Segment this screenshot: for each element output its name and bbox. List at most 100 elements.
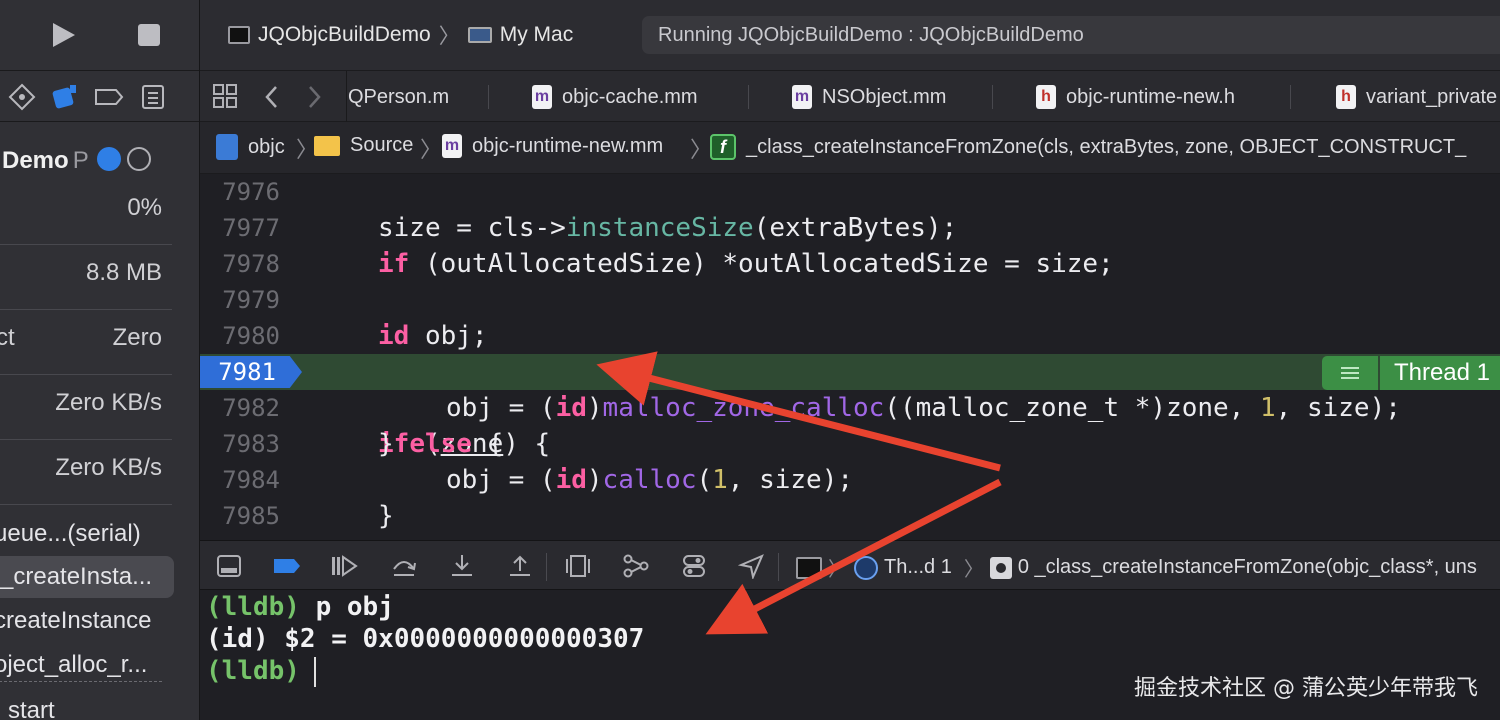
gauge-value: 8.8 MB <box>85 259 162 286</box>
m-file-icon: m <box>442 134 462 158</box>
breadcrumb-folder[interactable]: Source <box>314 134 413 157</box>
source-control-icon[interactable] <box>8 83 38 111</box>
process-suffix: P <box>72 147 89 174</box>
code-line: 7979 <box>200 282 1500 318</box>
line-number: 7980 <box>222 322 280 350</box>
frame-label: 0 _class_createInstanceFromZone(objc_cla… <box>1017 556 1477 578</box>
line-number: 7982 <box>222 394 280 422</box>
chevron-right-icon: 〉 <box>438 25 460 48</box>
jump-bar: objc 〉 Source 〉 m objc-runtime-new.mm 〉 f… <box>200 122 1500 174</box>
memory-graph-icon[interactable] <box>622 553 650 579</box>
thread-menu-icon <box>1321 356 1378 390</box>
line-number: 7984 <box>222 466 280 494</box>
line-number: 7977 <box>222 214 280 242</box>
console-command: p obj <box>299 592 394 622</box>
process-icon <box>796 556 822 579</box>
function-icon: f <box>710 134 736 160</box>
tab-label: NSObject.mm <box>822 85 947 108</box>
breakpoint-navigator-icon[interactable] <box>94 83 124 111</box>
line-number: 7985 <box>222 502 280 530</box>
play-icon <box>53 23 75 47</box>
step-into-icon[interactable] <box>448 553 476 579</box>
breadcrumb-project[interactable]: objc <box>216 134 285 160</box>
chevron-right-icon: 〉 <box>963 559 984 581</box>
line-number: 7983 <box>222 430 280 458</box>
simulate-location-icon[interactable] <box>737 553 766 581</box>
stack-frame[interactable]: oject_alloc_r... <box>0 651 162 682</box>
step-over-icon[interactable] <box>390 553 418 579</box>
tab-label: objc-cache.mm <box>562 85 698 108</box>
code-line: 7982 obj = (id)malloc_zone_calloc((malloc… <box>200 390 1500 426</box>
m-file-icon: m <box>532 85 552 109</box>
debug-bar: 〉 Th...d 1 〉 0 _class_createInstanceFrom… <box>200 540 1500 590</box>
debug-navigator: DemoP 0% 8.8 MB ct Zero Zero KB/s Zero K… <box>0 0 200 720</box>
code-line: 7976 <box>200 174 1500 210</box>
code-line: 7977 size = cls->instanceSize(extraBytes)… <box>200 210 1500 246</box>
run-toolbar <box>0 0 199 70</box>
text-cursor <box>313 656 316 687</box>
mac-icon <box>467 27 492 43</box>
breadcrumb-file[interactable]: m objc-runtime-new.mm <box>442 134 663 158</box>
environment-overrides-icon[interactable] <box>680 553 708 579</box>
scheme-selector[interactable]: JQObjcBuildDemo 〉 My Mac <box>228 20 573 50</box>
line-number: 7979 <box>222 286 280 314</box>
gauge-value: 0% <box>127 194 162 221</box>
chevron-right-icon: 〉 <box>420 137 443 162</box>
process-title[interactable]: Demo P <box>2 146 151 175</box>
console-input-line[interactable]: (lldb) <box>206 656 316 687</box>
source-editor[interactable]: 7976 7977 size = cls->instanceSize(extraB… <box>200 174 1500 540</box>
cpu-gauge[interactable]: 0% <box>0 180 172 245</box>
tab-qperson[interactable]: QPerson.m <box>348 71 449 123</box>
tab-variant-private[interactable]: h variant_private <box>1336 71 1497 123</box>
step-out-icon[interactable] <box>506 553 534 579</box>
console-line: (id) $2 = 0x0000000000000307 <box>206 624 645 654</box>
breadcrumb-label: Source <box>350 134 414 156</box>
project-icon <box>216 134 238 160</box>
gauge-label: ct <box>0 324 15 351</box>
stack-frame[interactable]: start <box>8 697 55 720</box>
tab-nsobject[interactable]: m NSObject.mm <box>792 71 946 123</box>
tab-label: QPerson.m <box>348 85 450 108</box>
breadcrumb-label: objc-runtime-new.mm <box>472 134 664 157</box>
back-chevron-icon[interactable] <box>262 83 290 111</box>
memory-gauge[interactable]: 8.8 MB <box>0 245 172 310</box>
stack-frame-selected[interactable]: _createInsta... <box>0 556 174 598</box>
run-button[interactable] <box>48 20 78 50</box>
code-text: } else { <box>378 429 504 459</box>
related-items-icon[interactable] <box>212 83 240 111</box>
stack-frame[interactable]: createInstance <box>0 607 151 635</box>
watermark: 掘金技术社区 @ 蒲公英少年带我飞 <box>1134 676 1478 701</box>
hide-debug-area-icon[interactable] <box>216 553 244 579</box>
tab-bar: QPerson.m m objc-cache.mm m NSObject.mm ho… <box>200 70 1500 123</box>
debug-navigator-icon[interactable] <box>50 83 80 111</box>
debug-stack-path[interactable]: 〉 Th...d 1 〉 0 _class_createInstanceFrom… <box>796 553 1477 582</box>
breadcrumb-function[interactable]: f _class_createInstanceFromZone(cls, extr… <box>710 134 1466 160</box>
code-line: 7978 if (outAllocatedSize) *outAllocatedS… <box>200 246 1500 282</box>
forward-chevron-icon[interactable] <box>304 83 332 111</box>
line-number: 7976 <box>222 178 280 206</box>
disk-gauge[interactable]: Zero KB/s <box>0 375 172 440</box>
h-file-icon: h <box>1336 85 1356 109</box>
tab-objc-cache[interactable]: m objc-cache.mm <box>532 71 698 123</box>
tab-label: variant_private <box>1366 85 1498 108</box>
m-file-icon: m <box>792 85 812 109</box>
code-text: size = cls->instanceSize(extraBytes); <box>378 213 958 243</box>
view-hierarchy-icon[interactable] <box>564 553 592 579</box>
lldb-prompt: (lldb) <box>206 592 300 622</box>
stop-button[interactable] <box>136 22 162 48</box>
window-toolbar: JQObjcBuildDemo 〉 My Mac Running JQObjcB… <box>200 0 1500 70</box>
breakpoint-marker[interactable]: 7981 <box>200 356 302 388</box>
breakpoints-toggle-icon[interactable] <box>272 553 300 579</box>
lldb-prompt: (lldb) <box>206 656 300 686</box>
thread-indicator[interactable]: Thread 1 <box>1321 356 1500 390</box>
continue-icon[interactable] <box>330 553 358 579</box>
tab-objc-runtime-new-h[interactable]: h objc-runtime-new.h <box>1036 71 1235 123</box>
report-navigator-icon[interactable] <box>140 83 170 111</box>
energy-gauge[interactable]: ct Zero <box>0 310 172 375</box>
lldb-console[interactable]: (lldb) p obj (id) $2 = 0x000000000000030… <box>200 590 1500 720</box>
queue-row[interactable]: ueue...(serial) <box>0 520 141 548</box>
stack-frame-label: _createInsta... <box>0 563 153 590</box>
code-text: obj = (id)malloc_zone_calloc((malloc_zon… <box>446 393 1401 423</box>
network-gauge[interactable]: Zero KB/s <box>0 440 172 505</box>
gear-icon <box>989 556 1012 579</box>
